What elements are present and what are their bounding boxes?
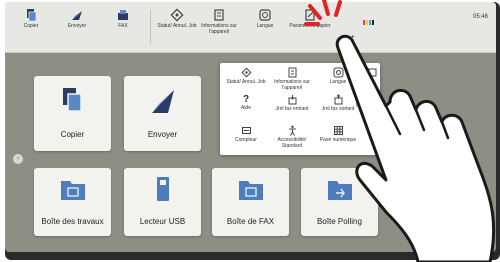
send-icon [72,11,82,20]
topbar-copy-label: Copier [23,23,39,29]
copy-icon [63,88,82,112]
popup-help-item[interactable]: ? Aide [224,94,268,111]
popup-help-label: Aide [240,105,251,111]
tile-send[interactable]: Envoyer [124,76,201,151]
popup-counter-item[interactable]: Compteur [224,125,268,143]
tile-job-box[interactable]: Boîte des travaux [34,168,111,236]
status-icon [241,67,251,78]
copy-icon [27,9,37,22]
device-info-icon [214,9,224,21]
counter-icon [241,127,251,134]
tile-fax-box[interactable]: Boîte de FAX [212,168,289,236]
send-icon [152,90,174,113]
topbar-device-info-button[interactable]: Informations sur l'appareil [197,6,241,48]
status-icon [170,8,184,22]
fax-icon [118,10,128,20]
popup-status-item[interactable]: Statut/ Annul. Job [224,67,268,85]
help-icon: ? [242,94,250,105]
tile-copy-label: Copier [60,130,85,139]
topbar-copy-button[interactable]: Copier [9,6,53,48]
popup-fax-in-log-label: Jrnl fax entrant [275,106,309,112]
topbar-send-button[interactable]: Envoyer [55,6,99,48]
topbar-fax-label: FAX [118,23,128,29]
tile-usb-label: Lecteur USB [139,217,186,226]
usb-icon [157,177,169,201]
language-icon [259,9,271,21]
popup-fax-in-log-item[interactable]: Jrnl fax entrant [270,94,314,112]
popup-device-info-label: Informations sur l'appareil [274,79,310,91]
fax-box-icon [239,181,263,200]
accessibility-icon [288,125,296,136]
fax-in-log-icon [288,95,296,105]
tile-fax-box-label: Boîte de FAX [226,217,275,226]
topbar-language-label: Langue [256,23,274,29]
popup-counter-label: Compteur [235,137,257,143]
popup-accessibility-label: Accessibilité/ Standard [277,137,307,149]
tile-usb[interactable]: Lecteur USB [124,168,201,236]
tile-job-box-label: Boîte des travaux [41,217,104,226]
topbar-send-label: Envoyer [67,23,87,29]
popup-device-info-item[interactable]: Informations sur l'appareil [270,67,314,91]
topbar-device-info-label: Informations sur l'appareil [201,23,237,35]
scroll-left-button[interactable]: ‹ [13,154,23,164]
topbar-divider [150,10,151,44]
popup-accessibility-item[interactable]: Accessibilité/ Standard [270,125,314,149]
topbar-status-button[interactable]: Statut/ Annul. Job [155,6,199,48]
topbar-status-label: Statut/ Annul. Job [157,23,197,29]
tile-send-label: Envoyer [147,130,178,139]
topbar-language-button[interactable]: Langue [243,6,287,48]
popup-status-label: Statut/ Annul. Job [226,79,266,85]
tile-copy[interactable]: Copier [34,76,111,151]
device-info-icon [288,67,296,78]
job-box-icon [61,181,85,200]
topbar-fax-button[interactable]: FAX [101,6,145,48]
pointing-hand-illustration [335,34,496,262]
